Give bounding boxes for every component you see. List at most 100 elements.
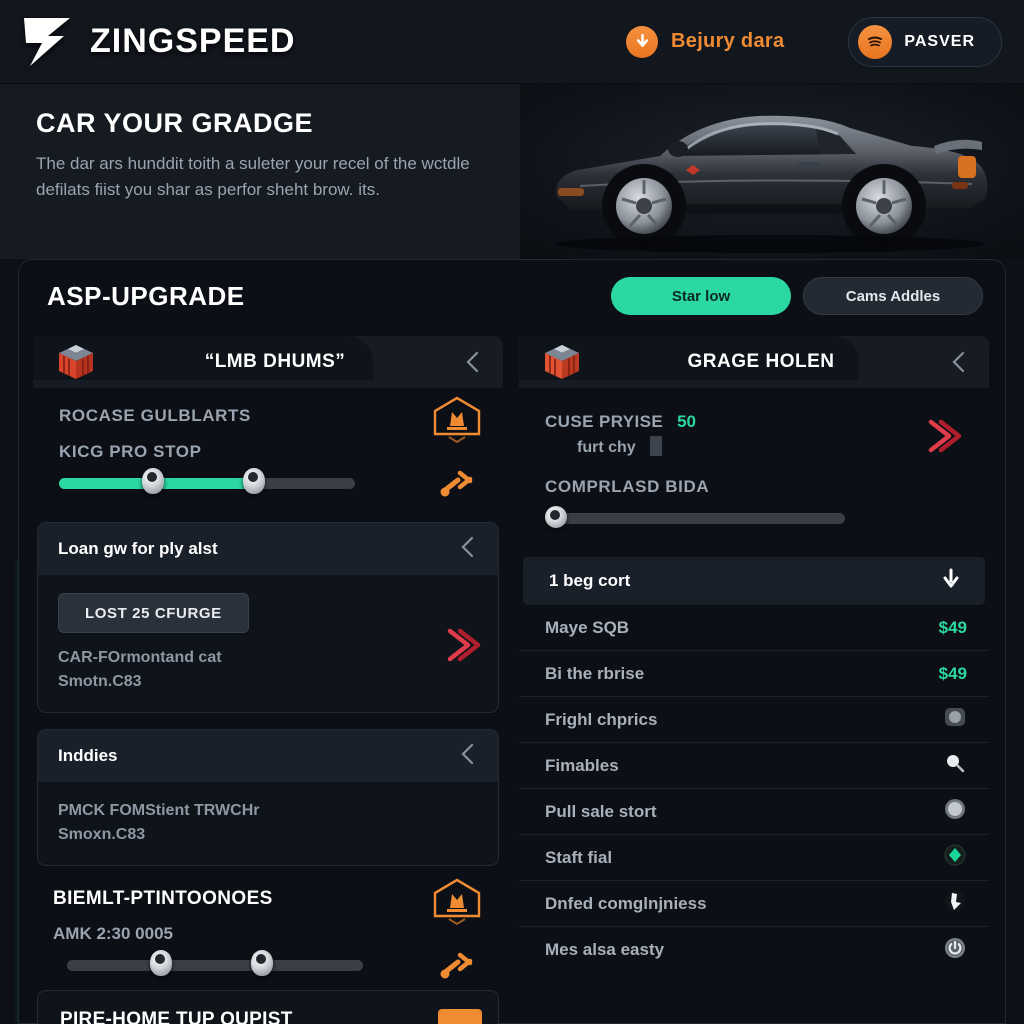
red-double-chevron-icon[interactable]	[919, 414, 963, 463]
cust-price-label: CUSE PRYISE	[545, 412, 664, 431]
orange-wrench-icon[interactable]	[438, 467, 476, 504]
slider-track	[67, 960, 363, 972]
orange-shield-crown-badge-icon[interactable]	[431, 876, 483, 931]
search-magnifier-icon[interactable]	[943, 751, 967, 780]
slider-thumb-a[interactable]	[149, 950, 172, 977]
row-label: Dnfed comglnjniess	[545, 893, 707, 913]
lost-cfurge-button[interactable]: LOST 25 CFURGE	[58, 593, 249, 633]
left-segment-title: “LMB DHUMS”	[204, 351, 346, 372]
left-big-row: BIEMLT-PTINTOONOES AMK 2:30 0005	[33, 866, 503, 979]
spotify-style-rings-icon	[858, 24, 893, 59]
left-card-two: Inddies PMCK FOMStient TRWCHr Smoxn.C83	[37, 729, 499, 867]
gray-disc-icon[interactable]	[943, 706, 967, 733]
orange-shield-crown-badge-icon[interactable]	[431, 394, 483, 449]
value-placeholder-box	[650, 436, 663, 456]
tab-star-low[interactable]: Star low	[611, 277, 791, 315]
left-card-two-header[interactable]: Inddies	[38, 730, 498, 783]
right-list-header-title: 1 beg cort	[549, 571, 631, 590]
table-row[interactable]: Mes alsa easty	[519, 927, 989, 973]
page-title: CAR YOUR GRADGE	[36, 108, 314, 138]
left-card-two-note-line1: PMCK FOMStient TRWCHr	[58, 802, 260, 820]
ponds-chip-button[interactable]: Ponds	[438, 1009, 482, 1024]
left-card-one-title: Loan gw for ply alst	[58, 539, 218, 558]
right-segment-body: CUSE PRYISE 50 furt chy COMPRLASD BIDA	[519, 388, 989, 541]
right-list-header[interactable]: 1 beg cort	[523, 557, 985, 605]
chevron-left-icon[interactable]	[949, 350, 969, 379]
row-label: Staft fial	[545, 847, 613, 867]
left-big-row-icons	[431, 876, 483, 986]
table-row[interactable]: Frighl chprics	[519, 697, 989, 743]
left-column: “LMB DHUMS” ROCASE GULBLARTS KICG PRO ST…	[33, 332, 503, 1024]
brand-name: ZINGSPEED	[90, 22, 296, 60]
right-range-slider[interactable]	[545, 506, 845, 528]
left-card-one-header[interactable]: Loan gw for ply alst	[38, 523, 498, 575]
slider-track	[545, 513, 845, 524]
account-button[interactable]: PASVER	[848, 16, 1002, 67]
top-navigation-bar: ZINGSPEED Bejury dara PASVER	[0, 0, 1024, 84]
left-card-two-title: Inddies	[58, 746, 118, 766]
slider-thumb-b[interactable]	[250, 950, 273, 977]
left-last-card[interactable]: PIRE-HOME TUP QUPIST Ponds	[37, 990, 499, 1024]
left-segment-header[interactable]: “LMB DHUMS”	[33, 336, 503, 388]
red-double-chevron-icon[interactable]	[438, 623, 482, 672]
lightning-z-logo-icon	[18, 16, 76, 68]
table-row[interactable]: Maye SQB $49	[519, 605, 989, 651]
row-value: $49	[938, 663, 967, 683]
left-card-two-body: PMCK FOMStient TRWCHr Smoxn.C83	[38, 782, 498, 865]
download-arrow-icon[interactable]	[939, 567, 963, 596]
left-segment-body: ROCASE GULBLARTS KICG PRO STOP	[33, 388, 503, 506]
gray-ring-icon[interactable]	[943, 797, 967, 826]
left-card-one-body: LOST 25 CFURGE CAR-FOrmontand cat Smotn.…	[38, 575, 498, 712]
slider-thumb[interactable]	[545, 506, 567, 528]
chevron-left-icon[interactable]	[458, 535, 478, 564]
right-row-list: Maye SQB $49 Bi the rbrise $49 Frighl ch…	[519, 605, 989, 973]
download-link[interactable]: Bejury dara	[626, 25, 784, 58]
row-label: Fimables	[545, 755, 619, 775]
slider-thumb-b[interactable]	[242, 468, 265, 494]
left-card-one-note-line2: Smotn.C83	[58, 672, 142, 690]
hero-subtitle: The dar ars hunddit toith a suleter your…	[36, 154, 470, 200]
white-blob-icon[interactable]	[943, 889, 967, 918]
hero-section: CAR YOUR GRADGE The dar ars hunddit toit…	[0, 84, 1024, 259]
left-card-one-note-line1: CAR-FOrmontand cat	[58, 649, 222, 666]
left-last-card-title: PIRE-HOME TUP QUPIST	[60, 1009, 293, 1024]
left-range-slider-secondary[interactable]	[67, 950, 363, 977]
row-label: Pull sale stort	[545, 801, 657, 821]
account-button-label: PASVER	[904, 32, 975, 50]
table-row[interactable]: Fimables	[519, 743, 989, 789]
row-label: Frighl chprics	[545, 709, 658, 729]
right-segment-header[interactable]: GRAGE HOLEN	[519, 336, 989, 388]
table-row[interactable]: Dnfed comglnjniess	[519, 881, 989, 927]
cust-price-sub-text: furt chy	[577, 439, 636, 456]
table-row[interactable]: Staft fial	[519, 835, 989, 881]
panel-tabs: Star low Cams Addles	[611, 277, 983, 315]
orange-wrench-icon[interactable]	[438, 949, 476, 986]
chevron-left-icon[interactable]	[463, 350, 483, 379]
red-crate-box-icon	[55, 341, 97, 383]
panel-header: ASP-UPGRADE Star low Cams Addles	[19, 260, 1005, 332]
panel-columns: “LMB DHUMS” ROCASE GULBLARTS KICG PRO ST…	[19, 332, 1005, 1024]
table-row[interactable]: Bi the rbrise $49	[519, 651, 989, 697]
left-card-one: Loan gw for ply alst LOST 25 CFURGE CAR-…	[37, 522, 499, 714]
right-segment-title: GRAGE HOLEN	[687, 351, 835, 372]
hero-car-image	[520, 84, 1024, 259]
right-column: GRAGE HOLEN CUSE PRYISE 50 furt chy COMP…	[519, 332, 989, 1024]
row-label: Bi the rbrise	[545, 663, 645, 683]
left-range-slider[interactable]	[59, 468, 355, 494]
download-arrow-icon	[626, 25, 659, 58]
power-button-icon[interactable]	[943, 936, 967, 965]
table-row[interactable]: Pull sale stort	[519, 789, 989, 835]
row-label: Maye SQB	[545, 617, 630, 637]
nav-right-group: Bejury dara PASVER	[626, 16, 1002, 67]
panel-title: ASP-UPGRADE	[47, 280, 245, 311]
chevron-left-icon[interactable]	[458, 742, 478, 771]
slider-thumb-a[interactable]	[141, 468, 164, 494]
row-label: Mes alsa easty	[545, 940, 665, 959]
tab-cams-addles[interactable]: Cams Addles	[803, 277, 983, 315]
row-value: $49	[938, 617, 967, 637]
upgrade-panel: ASP-UPGRADE Star low Cams Addles “LMB DH…	[18, 259, 1006, 1024]
cust-price-value: 50	[677, 412, 697, 431]
green-diamond-icon[interactable]	[943, 843, 967, 872]
brand-logo[interactable]: ZINGSPEED	[18, 16, 295, 68]
red-crate-box-icon	[541, 341, 583, 383]
